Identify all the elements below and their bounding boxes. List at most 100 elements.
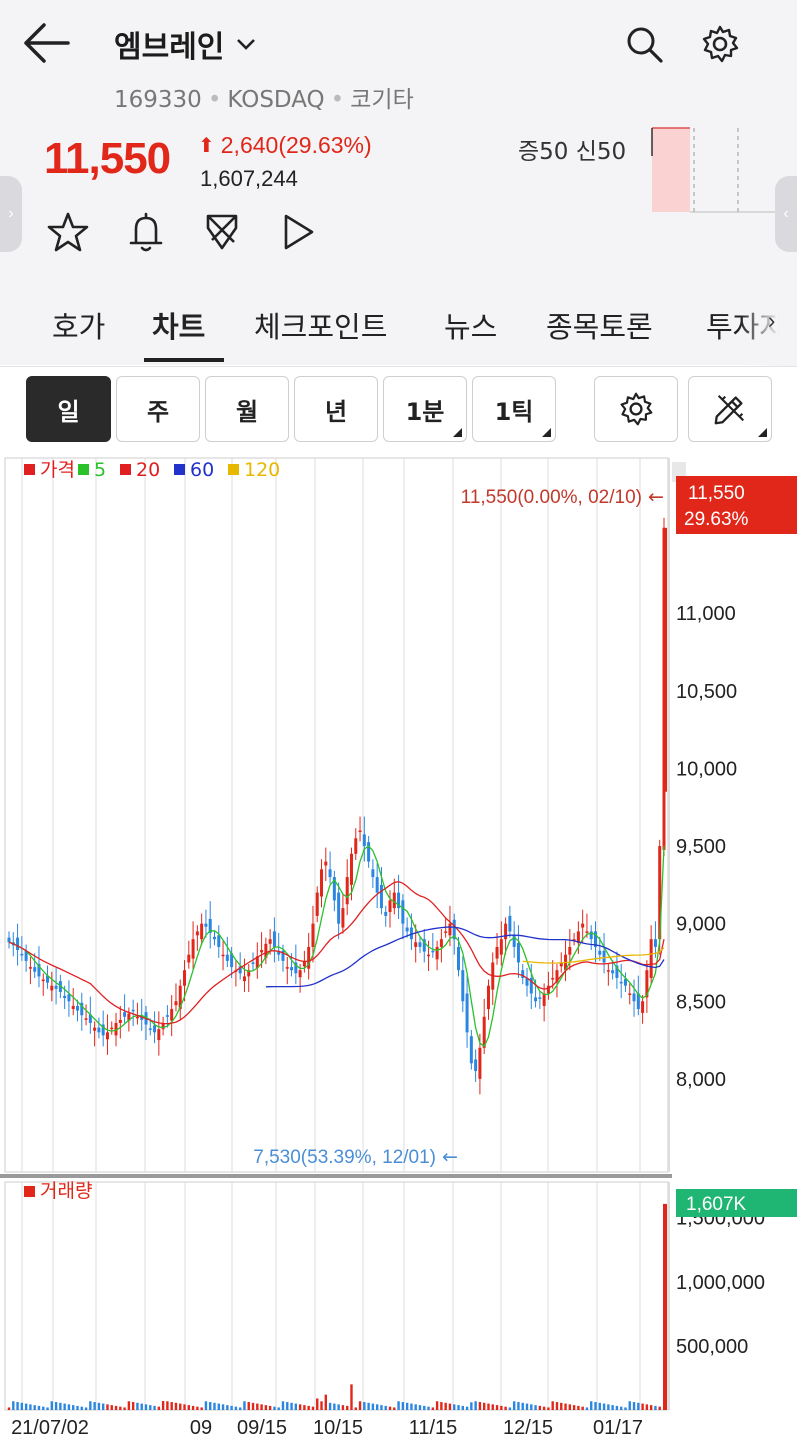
- candle-body: [427, 954, 431, 957]
- candle-body: [50, 985, 54, 991]
- settings-gear-icon[interactable]: [700, 24, 740, 64]
- candle-body: [285, 967, 289, 969]
- volume-bar: [136, 1402, 139, 1410]
- stock-chart-area[interactable]: 가격 5 20 60 120 11,000 10,500 10,000 9,500 9,000 8,…: [0, 454, 797, 1440]
- stock-title-row[interactable]: 엠브레인: [114, 22, 258, 66]
- period-minute-label: 1분: [405, 397, 445, 426]
- x-tick-label: 21/07/02: [11, 1417, 89, 1439]
- volume-bar: [281, 1401, 285, 1410]
- volume-bar: [101, 1403, 105, 1410]
- candle-body: [379, 884, 383, 909]
- search-icon[interactable]: [624, 24, 664, 64]
- candle-body: [606, 970, 610, 972]
- period-year-button[interactable]: 년: [294, 376, 378, 442]
- period-day-button[interactable]: 일: [26, 376, 111, 442]
- candlestick-chart[interactable]: 가격 5 20 60 120 11,000 10,500 10,000 9,500 9,000 8,…: [0, 454, 797, 1440]
- volume-bar: [290, 1402, 293, 1410]
- candle-body: [499, 939, 503, 955]
- stock-meta: 169330 • KOSDAQ • 코기타: [114, 87, 414, 113]
- drawing-tools-button[interactable]: [688, 376, 772, 442]
- period-month-button[interactable]: 월: [205, 376, 289, 442]
- volume-bar: [628, 1401, 631, 1410]
- tab-chart[interactable]: 차트: [152, 304, 205, 346]
- candle-body: [354, 838, 358, 854]
- candle-body: [191, 939, 195, 959]
- stock-market: KOSDAQ: [227, 87, 325, 113]
- candle-body: [153, 1025, 157, 1033]
- play-icon[interactable]: [276, 210, 320, 254]
- candle-body: [272, 931, 276, 947]
- volume-bar: [324, 1394, 327, 1410]
- candle-body: [461, 970, 465, 1002]
- candle-body: [337, 892, 341, 924]
- volume-bar: [555, 1402, 559, 1410]
- candle-body: [534, 997, 538, 1002]
- period-tick-button[interactable]: 1틱: [472, 376, 556, 442]
- prev-stock-tab[interactable]: ›: [0, 176, 22, 252]
- volume-bar: [273, 1406, 276, 1410]
- chart-settings-button[interactable]: [594, 376, 678, 442]
- candle-body: [298, 970, 302, 978]
- candle-body: [465, 993, 469, 1033]
- volume-bar: [80, 1406, 83, 1410]
- stock-name[interactable]: 엠브레인: [114, 22, 224, 66]
- volume-bar: [474, 1401, 477, 1410]
- x-tick-label: 09: [190, 1417, 212, 1439]
- legend-label: 60: [190, 459, 214, 481]
- star-favorite-icon[interactable]: [46, 210, 90, 254]
- candle-body: [135, 1016, 139, 1019]
- volume-bar: [354, 1407, 357, 1410]
- bookmark-share-icon[interactable]: [200, 210, 244, 254]
- volume-bar: [286, 1402, 289, 1410]
- volume-bar: [183, 1404, 186, 1410]
- tab-news[interactable]: 뉴스: [444, 304, 497, 346]
- back-arrow-icon[interactable]: [22, 22, 72, 64]
- next-stock-tab[interactable]: ‹: [775, 176, 797, 252]
- volume-bar: [572, 1405, 576, 1410]
- volume-bar: [251, 1402, 255, 1410]
- period-week-button[interactable]: 주: [116, 376, 200, 442]
- tabs-scroll-right-icon[interactable]: ›: [768, 308, 775, 334]
- candle-body: [568, 946, 572, 955]
- candle-body: [187, 954, 191, 963]
- volume-bar: [624, 1407, 627, 1410]
- volume-bar: [619, 1406, 623, 1410]
- candle-body: [585, 931, 589, 933]
- candle-body: [131, 1009, 135, 1012]
- period-selector: 일 주 월 년 1분 1틱: [0, 366, 797, 454]
- candle-body: [401, 900, 405, 924]
- y-tick-label: 10,500: [676, 681, 737, 703]
- volume-bar: [131, 1402, 135, 1410]
- volume-bar: [24, 1403, 28, 1410]
- tab-orderbook[interactable]: 호가: [52, 304, 105, 346]
- volume-bar: [658, 1406, 661, 1410]
- volume-bar: [641, 1403, 644, 1410]
- volume-bar: [277, 1407, 280, 1410]
- volume-bar: [161, 1401, 165, 1410]
- tab-discussion[interactable]: 종목토론: [546, 304, 653, 346]
- volume-bar: [226, 1405, 229, 1410]
- volume-bar: [457, 1405, 460, 1410]
- bell-alert-icon[interactable]: [124, 210, 168, 254]
- candle-body: [54, 985, 58, 989]
- chevron-down-icon[interactable]: [234, 32, 258, 56]
- candle-body: [311, 923, 315, 947]
- candle-body: [431, 950, 435, 953]
- y-tick-label: 10,000: [676, 758, 737, 780]
- volume-bar: [333, 1403, 336, 1410]
- tab-checkpoint[interactable]: 체크포인트: [254, 304, 387, 346]
- candle-body: [486, 985, 490, 1010]
- candle-body: [7, 937, 11, 943]
- candle-body: [268, 939, 272, 944]
- volume-bar: [482, 1402, 486, 1410]
- volume-bar: [581, 1406, 584, 1410]
- period-minute-button[interactable]: 1분: [383, 376, 467, 442]
- volume-bar: [380, 1405, 383, 1410]
- candle-body: [84, 1018, 88, 1020]
- volume-bar: [307, 1405, 310, 1410]
- candle-body: [653, 939, 657, 947]
- max-price-annotation: 11,550(0.00%, 02/10): [461, 487, 642, 508]
- pane-divider: [0, 1174, 672, 1178]
- volume-legend-label: 거래량: [40, 1180, 92, 1202]
- volume-bar: [350, 1384, 353, 1410]
